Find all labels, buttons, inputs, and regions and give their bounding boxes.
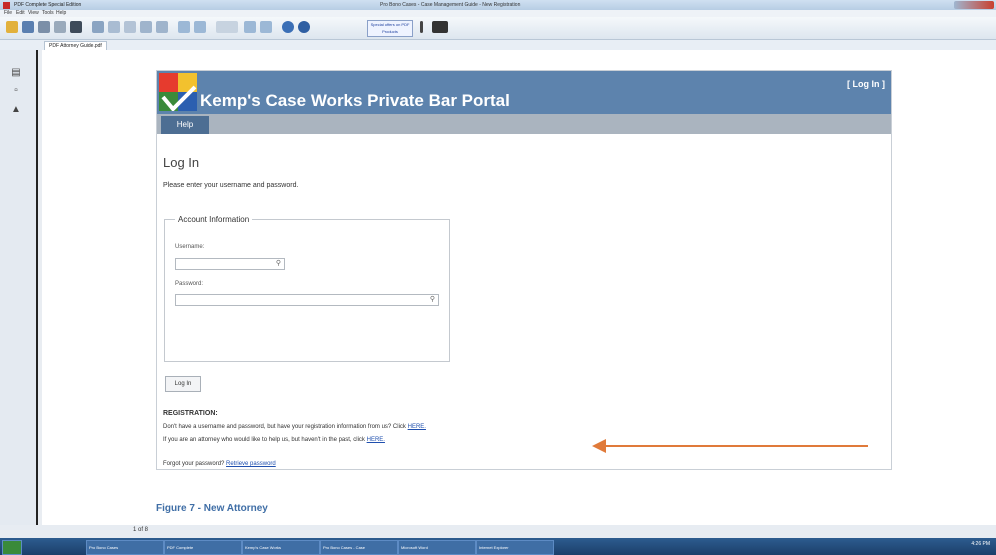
menu-help[interactable]: Help [56, 10, 66, 17]
username-input[interactable]: ⚲ [175, 258, 285, 270]
menu-tools[interactable]: Tools [42, 10, 54, 17]
open-folder-icon[interactable] [6, 21, 18, 33]
account-information-fieldset: Account Information Username: ⚲ Password… [164, 215, 450, 362]
portal-logo [159, 73, 197, 111]
login-button[interactable]: Log In [165, 376, 201, 392]
status-bar: 1 of 8 [0, 525, 996, 538]
password-label: Password: [175, 281, 204, 287]
taskbar: Pro Bono Cases PDF Complete Kemp's Case … [0, 538, 996, 555]
header-login-link[interactable]: [ Log In ] [847, 79, 885, 89]
taskbar-item-4[interactable]: Pro Bono Cases - Case [320, 540, 398, 555]
registration-line-1: Don't have a username and password, but … [163, 424, 426, 430]
registration-line-2: If you are an attorney who would like to… [163, 437, 385, 443]
zoom-dropdown[interactable] [216, 21, 238, 33]
app-icon [3, 2, 10, 9]
document-tab-bar: PDF Attorney Guide.pdf [0, 40, 996, 51]
email-icon[interactable] [54, 21, 66, 33]
undo-icon[interactable] [140, 21, 152, 33]
help-tab[interactable]: Help [161, 116, 209, 134]
select-icon[interactable] [178, 21, 190, 33]
web-icon[interactable] [298, 21, 310, 33]
attachments-icon[interactable]: ▫ [11, 86, 21, 96]
registration-line-1-text: Don't have a username and password, but … [163, 424, 406, 430]
login-heading: Log In [163, 155, 200, 170]
retrieve-password-link[interactable]: Retrieve password [226, 461, 276, 467]
app-title: PDF Complete Special Edition [14, 2, 82, 8]
zoom-out-icon[interactable] [244, 21, 256, 33]
portal-header: Kemp's Case Works Private Bar Portal [ L… [157, 71, 891, 114]
toolbar: Special offers on PDF Products [0, 17, 996, 40]
cut-icon[interactable] [92, 21, 104, 33]
forgot-password-line: Forgot your password? Retrieve password [163, 461, 276, 467]
forgot-password-text: Forgot your password? [163, 461, 225, 467]
window-controls[interactable] [954, 1, 994, 9]
start-button[interactable] [2, 540, 22, 555]
password-input[interactable]: ⚲ [175, 294, 439, 306]
registration-line-2-text: If you are an attorney who would like to… [163, 437, 365, 443]
zoom-in-icon[interactable] [260, 21, 272, 33]
taskbar-clock: 4:26 PM [971, 541, 990, 547]
special-offers-banner[interactable]: Special offers on PDF Products [367, 20, 413, 37]
taskbar-item-5[interactable]: Microsoft Word [398, 540, 476, 555]
registration-heading: REGISTRATION: [163, 410, 218, 417]
fieldset-legend: Account Information [175, 215, 253, 224]
menu-edit[interactable]: Edit [16, 10, 25, 17]
username-label: Username: [175, 244, 205, 250]
copy-icon[interactable] [108, 21, 120, 33]
toolbar-separator [420, 21, 423, 33]
navigation-pane: ▤ ▫ ▲ [0, 50, 38, 525]
page-indicator[interactable]: 1 of 8 [133, 527, 148, 533]
portal-screenshot: Kemp's Case Works Private Bar Portal [ L… [156, 70, 892, 470]
taskbar-item-3[interactable]: Kemp's Case Works [242, 540, 320, 555]
help-icon[interactable] [282, 21, 294, 33]
save-icon[interactable] [22, 21, 34, 33]
key-icon: ⚲ [275, 260, 281, 267]
figure-caption: Figure 7 - New Attorney [156, 503, 268, 514]
taskbar-item-1[interactable]: Pro Bono Cases [86, 540, 164, 555]
document-title: Pro Bono Cases - Case Management Guide -… [380, 2, 521, 8]
person-icon[interactable] [432, 21, 448, 33]
taskbar-item-6[interactable]: Internet Explorer [476, 540, 554, 555]
registration-here-link-2[interactable]: HERE. [367, 437, 385, 443]
menu-file[interactable]: File [4, 10, 12, 17]
pages-icon[interactable]: ▤ [11, 68, 21, 78]
registration-here-link-1[interactable]: HERE. [408, 424, 426, 430]
paste-icon[interactable] [124, 21, 136, 33]
portal-title: Kemp's Case Works Private Bar Portal [200, 91, 510, 110]
menu-bar: File Edit View Tools Help [0, 10, 996, 17]
key-icon: ⚲ [429, 296, 435, 303]
redo-icon[interactable] [156, 21, 168, 33]
login-instructions: Please enter your username and password. [163, 182, 299, 189]
window-title-bar: PDF Complete Special Edition Pro Bono Ca… [0, 0, 996, 10]
pdf-page: Kemp's Case Works Private Bar Portal [ L… [42, 50, 996, 525]
print-icon[interactable] [38, 21, 50, 33]
document-viewer: Kemp's Case Works Private Bar Portal [ L… [38, 50, 996, 525]
callout-arrow-head [592, 439, 606, 453]
find-binoculars-icon[interactable] [70, 21, 82, 33]
hand-tool-icon[interactable] [194, 21, 206, 33]
callout-arrow [605, 445, 868, 447]
taskbar-item-2[interactable]: PDF Complete [164, 540, 242, 555]
portal-navbar: Help [157, 114, 891, 134]
search-binoculars-icon[interactable]: ▲ [11, 105, 21, 115]
menu-view[interactable]: View [28, 10, 39, 17]
